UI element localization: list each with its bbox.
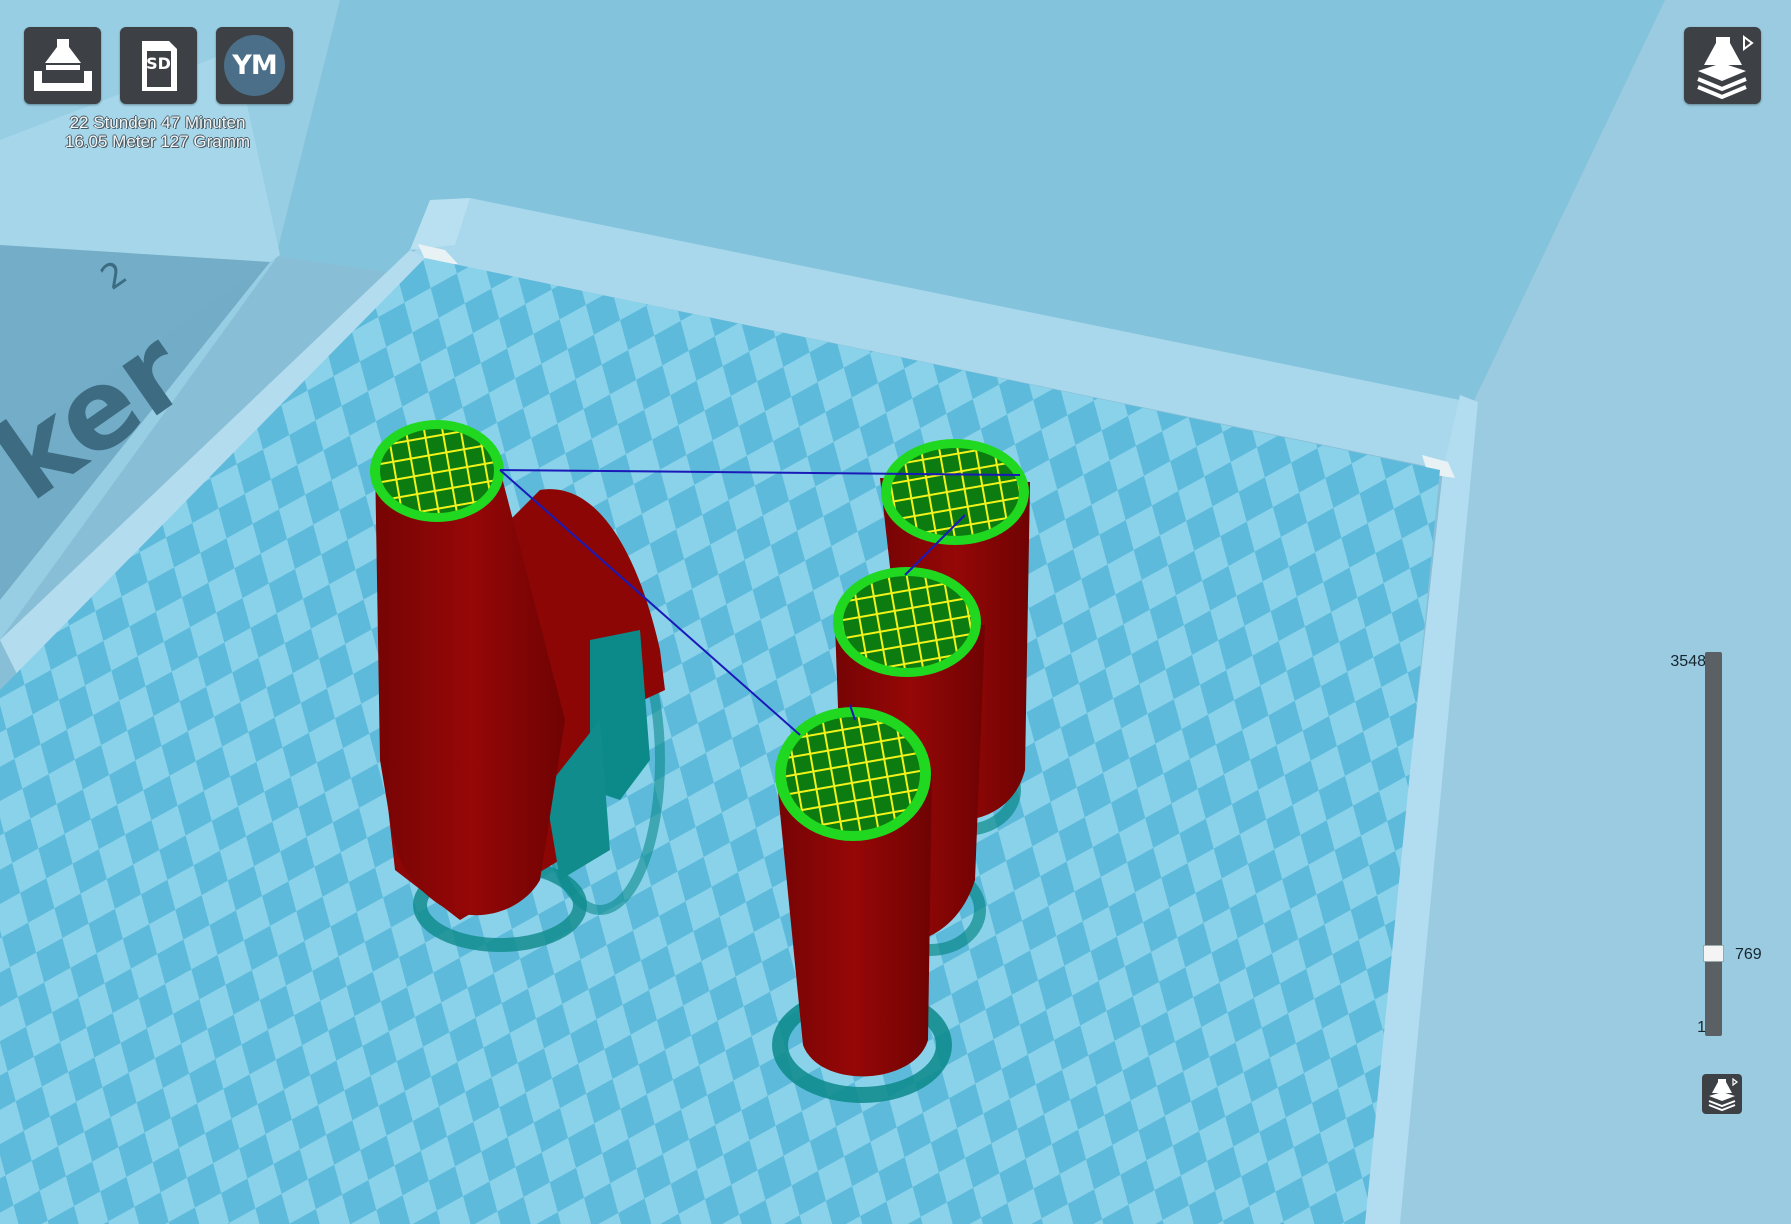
layer-view-small-icon [1708, 1077, 1738, 1112]
layer-slider[interactable]: 3548 769 1 [1650, 640, 1770, 1100]
build-plate-viewport[interactable]: ker 2 [0, 0, 1791, 1224]
layer-slider-track[interactable] [1705, 652, 1722, 1036]
layer-max-label: 3548 [1670, 653, 1706, 670]
account-button[interactable]: YM [216, 27, 293, 104]
layer-min-label: 1 [1697, 1019, 1706, 1036]
load-model-icon [34, 39, 92, 91]
view-mode-button[interactable] [1684, 27, 1761, 104]
print-material: 16.05 Meter 127 Gramm [64, 132, 251, 151]
load-model-button[interactable] [24, 27, 101, 104]
layer-slider-handle[interactable] [1703, 944, 1724, 962]
save-to-sd-button[interactable]: SD [120, 27, 197, 104]
3d-scene: ker 2 [0, 0, 1791, 1224]
layer-view-toggle-button[interactable] [1702, 1074, 1742, 1114]
ym-avatar-icon: YM [224, 35, 285, 96]
layer-current-label: 769 [1735, 945, 1762, 963]
layer-view-icon [1697, 35, 1754, 100]
sd-card-label: SD [146, 54, 171, 73]
print-time: 22 Stunden 47 Minuten [69, 113, 246, 132]
print-estimate: 22 Stunden 47 Minuten 16.05 Meter 127 Gr… [40, 113, 275, 151]
